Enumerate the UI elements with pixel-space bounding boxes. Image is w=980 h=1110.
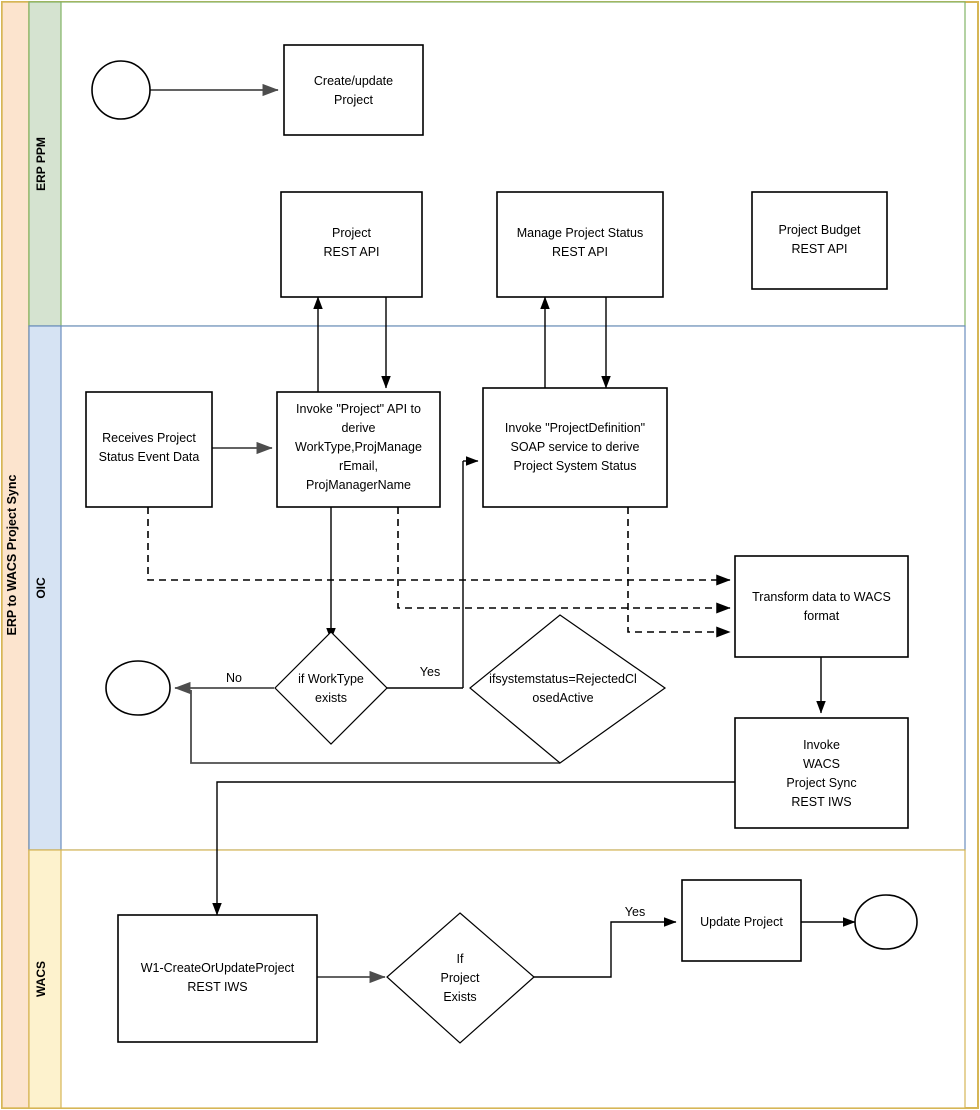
invoke-project-api-line-2: derive [341,421,375,435]
transform-data-line-2: format [804,609,840,623]
edge-label-project-exists-yes: Yes [625,905,645,919]
invoke-projectdefinition-line-3: Project System Status [514,459,637,473]
invoke-project-api-line-5: ProjManagerName [306,478,411,492]
node-create-update-project[interactable]: Create/update Project [283,44,424,136]
node-invoke-wacs-sync[interactable]: Invoke WACS Project Sync REST IWS [734,717,909,829]
create-update-project-line-1: Create/update [314,74,393,88]
end-event-oic-circle[interactable] [105,660,171,716]
node-start-erp[interactable] [91,60,151,120]
if-worktype-exists-line-2: exists [315,691,347,705]
node-invoke-project-api[interactable]: Invoke "Project" API to derive WorkType,… [276,391,441,508]
lane-oic-label: OIC [34,577,48,599]
node-transform-data[interactable]: Transform data to WACS format [734,555,909,658]
invoke-project-api-line-3: WorkType,ProjManage [295,440,422,454]
w1-create-or-update-line-1: W1-CreateOrUpdateProject [141,961,295,975]
edge-label-worktype-no: No [226,671,242,685]
project-budget-api-line-1: Project Budget [779,223,862,237]
swimlane-flowchart: ERP to WACS Project Sync ERP PPM OIC WAC… [1,1,979,1109]
receives-event-line-1: Receives Project [102,431,196,445]
node-receives-event[interactable]: Receives Project Status Event Data [85,391,213,508]
create-update-project-line-2: Project [334,93,373,107]
transform-data-line-1: Transform data to WACS [752,590,891,604]
w1-create-or-update-line-2: REST IWS [187,980,247,994]
invoke-projectdefinition-line-1: Invoke "ProjectDefinition" [505,421,645,435]
invoke-wacs-sync-line-1: Invoke [803,738,840,752]
node-invoke-projectdefinition[interactable]: Invoke "ProjectDefinition" SOAP service … [482,387,668,508]
node-manage-project-status-api[interactable]: Manage Project Status REST API [496,191,664,298]
transform-data-box[interactable] [734,555,909,658]
invoke-project-api-line-1: Invoke "Project" API to [296,402,421,416]
create-update-project-box[interactable] [283,44,424,136]
node-project-budget-api[interactable]: Project Budget REST API [751,191,888,290]
node-project-rest-api[interactable]: Project REST API [280,191,423,298]
manage-project-status-api-line-2: REST API [552,245,608,259]
invoke-wacs-sync-line-2: WACS [803,757,840,771]
start-event-circle[interactable] [91,60,151,120]
project-rest-api-line-2: REST API [323,245,379,259]
invoke-project-api-line-4: rEmail, [339,459,378,473]
node-end-wacs[interactable] [854,894,918,950]
manage-project-status-api-line-1: Manage Project Status [517,226,643,240]
invoke-wacs-sync-line-4: REST IWS [791,795,851,809]
if-systemstatus-line-2: osedActive [532,691,593,705]
end-event-wacs-circle[interactable] [854,894,918,950]
if-project-exists-line-2: Project [441,971,480,985]
project-budget-api-line-2: REST API [791,242,847,256]
if-project-exists-line-3: Exists [443,990,476,1004]
lane-erp-ppm-label: ERP PPM [34,137,48,191]
invoke-wacs-sync-box[interactable] [734,717,909,829]
w1-create-or-update-box[interactable] [117,914,318,1043]
pool-title: ERP to WACS Project Sync [5,474,19,635]
node-w1-create-or-update[interactable]: W1-CreateOrUpdateProject REST IWS [117,914,318,1043]
update-project-label: Update Project [700,915,783,929]
receives-event-line-2: Status Event Data [99,450,200,464]
project-budget-api-box[interactable] [751,191,888,290]
diagram-canvas: ERP to WACS Project Sync ERP PPM OIC WAC… [0,0,980,1110]
edge-label-worktype-yes: Yes [420,665,440,679]
node-end-oic[interactable] [105,660,171,716]
if-project-exists-line-1: If [457,952,464,966]
if-worktype-exists-line-1: if WorkType [298,672,364,686]
invoke-projectdefinition-line-2: SOAP service to derive [511,440,640,454]
project-rest-api-line-1: Project [332,226,371,240]
lane-wacs-label: WACS [34,961,48,997]
invoke-wacs-sync-line-3: Project Sync [786,776,856,790]
if-systemstatus-line-1: ifsystemstatus=RejectedCl [489,672,637,686]
node-update-project[interactable]: Update Project [681,879,802,962]
